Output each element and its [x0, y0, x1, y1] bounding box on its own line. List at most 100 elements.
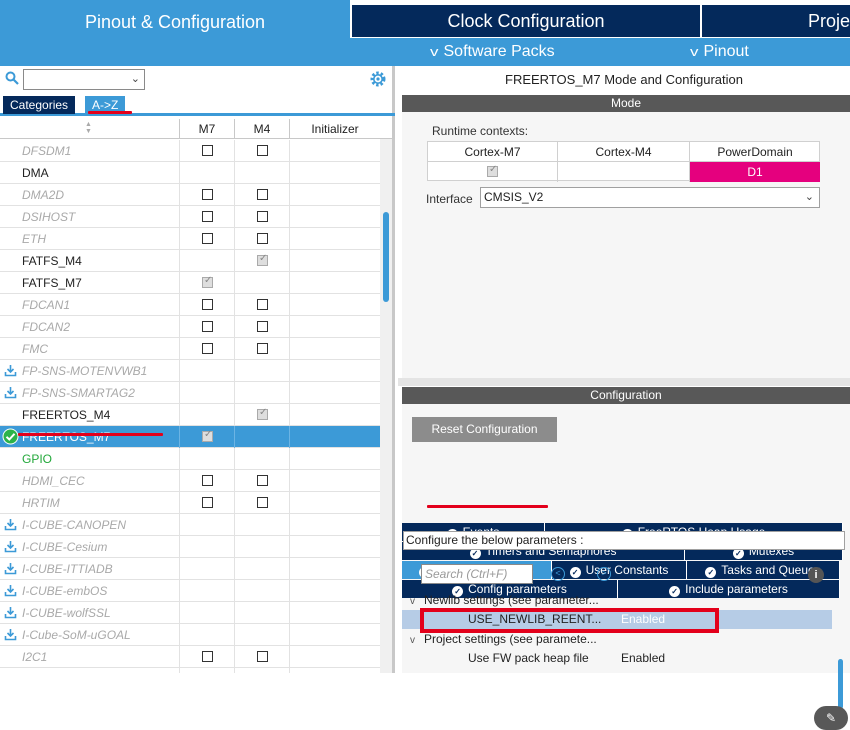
m7-checkbox[interactable] [202, 475, 213, 486]
table-row[interactable]: FATFS_M4 [0, 250, 380, 272]
reset-configuration-button[interactable]: Reset Configuration [412, 417, 557, 442]
table-row[interactable]: DMA [0, 162, 380, 184]
m4-checkbox[interactable] [257, 497, 268, 508]
download-icon[interactable] [4, 518, 17, 531]
table-row[interactable]: I-CUBE-embOS [0, 580, 380, 602]
table-row[interactable]: DFSDM1 [0, 140, 380, 162]
component-name: I-CUBE-ITTIADB [22, 562, 113, 576]
m4-checkbox[interactable] [257, 299, 268, 310]
download-icon[interactable] [4, 584, 17, 597]
table-row[interactable]: I2C2 [0, 668, 380, 673]
m4-checkbox[interactable] [257, 475, 268, 486]
tab-pinout-configuration[interactable]: Pinout & Configuration [0, 0, 350, 38]
m4-checkbox[interactable] [257, 145, 268, 156]
search-next-icon[interactable]: > [597, 567, 611, 581]
scrollbar-thumb[interactable] [383, 212, 389, 302]
chevron-down-icon[interactable]: ⌄ [805, 188, 814, 207]
component-list-panel: ⌄ Categories A->Z ▲ ▼ M7 M4 Initializer D… [0, 66, 395, 673]
cell-m4 [234, 206, 289, 228]
gear-icon[interactable] [369, 70, 387, 88]
top-tab-bar: Pinout & Configuration Clock Configurati… [0, 0, 850, 38]
tab-categories[interactable]: Categories [3, 96, 76, 114]
cell-initializer [289, 536, 380, 558]
download-icon[interactable] [4, 628, 17, 641]
tab-project-manager[interactable]: Proje [702, 5, 850, 37]
software-packs-menu[interactable]: v Software Packs [430, 38, 555, 66]
m4-checkbox[interactable] [257, 321, 268, 332]
m4-checkbox[interactable] [257, 211, 268, 222]
m7-checkbox[interactable] [202, 275, 213, 288]
cortex-m7-checkbox[interactable] [487, 164, 498, 177]
download-icon[interactable] [4, 562, 17, 575]
table-row[interactable]: I-CUBE-CANOPEN [0, 514, 380, 536]
table-row[interactable]: I-Cube-SoM-uGOAL [0, 624, 380, 646]
table-row[interactable]: I2C1 [0, 646, 380, 668]
m7-checkbox[interactable] [202, 429, 213, 442]
table-row[interactable]: HRTIM [0, 492, 380, 514]
table-row[interactable]: HDMI_CEC [0, 470, 380, 492]
m4-checkbox[interactable] [257, 253, 268, 266]
column-header-m7[interactable]: M7 [179, 119, 234, 139]
mode-header: Mode [402, 95, 850, 112]
table-row[interactable]: GPIO [0, 448, 380, 470]
search-input[interactable]: ⌄ [23, 69, 145, 90]
table-row[interactable]: FP-SNS-MOTENVWB1 [0, 360, 380, 382]
table-row[interactable]: DMA2D [0, 184, 380, 206]
m7-checkbox[interactable] [202, 189, 213, 200]
table-row[interactable]: I-CUBE-ITTIADB [0, 558, 380, 580]
chevron-down-icon[interactable]: ⌄ [131, 72, 140, 85]
table-row[interactable]: I-CUBE-Cesium [0, 536, 380, 558]
vertical-scrollbar[interactable] [380, 139, 392, 673]
download-icon[interactable] [4, 540, 17, 553]
table-row[interactable]: FP-SNS-SMARTAG2 [0, 382, 380, 404]
m4-checkbox[interactable] [257, 189, 268, 200]
table-row[interactable]: FREERTOS_M4 [0, 404, 380, 426]
newlib-settings-group[interactable]: v Newlib settings (see parameter... [410, 591, 599, 609]
m7-checkbox[interactable] [202, 321, 213, 332]
param-row-use-fw-pack-heap-file[interactable]: Use FW pack heap file Enabled [402, 649, 832, 668]
power-domain-value[interactable]: D1 [690, 162, 820, 182]
m7-checkbox[interactable] [202, 211, 213, 222]
m7-checkbox[interactable] [202, 233, 213, 244]
m4-checkbox[interactable] [257, 651, 268, 662]
cell-m4 [234, 338, 289, 360]
m7-checkbox[interactable] [202, 343, 213, 354]
table-row[interactable]: I-CUBE-wolfSSL [0, 602, 380, 624]
download-icon[interactable] [4, 606, 17, 619]
tab-user-constants[interactable]: ✓ User Constants [552, 561, 687, 579]
magic-wand-icon[interactable]: ✎ [814, 706, 848, 730]
column-header-m4[interactable]: M4 [234, 119, 289, 139]
tab-include-parameters[interactable]: ✓ Include parameters [618, 580, 840, 598]
m7-checkbox[interactable] [202, 145, 213, 156]
table-row[interactable]: FDCAN1 [0, 294, 380, 316]
table-row[interactable]: ETH [0, 228, 380, 250]
m4-checkbox[interactable] [257, 233, 268, 244]
panel-splitter[interactable] [398, 378, 850, 386]
sort-icon[interactable]: ▲ ▼ [85, 121, 92, 135]
param-value[interactable]: Enabled [621, 649, 665, 668]
table-row[interactable]: FREERTOS_M7 [0, 426, 380, 448]
interface-select[interactable]: CMSIS_V2 ⌄ [480, 187, 820, 208]
download-icon[interactable] [4, 386, 17, 399]
tab-label: Include parameters [685, 582, 788, 596]
table-row[interactable]: DSIHOST [0, 206, 380, 228]
component-name: DFSDM1 [22, 144, 72, 158]
parameters-scrollbar[interactable] [838, 659, 843, 709]
cell-initializer [289, 580, 380, 602]
parameter-search-input[interactable]: Search (Ctrl+F) [421, 564, 533, 584]
pinout-menu[interactable]: v Pinout [690, 38, 749, 66]
runtime-col-power-domain: PowerDomain [690, 142, 820, 162]
info-icon[interactable]: i [808, 567, 824, 583]
table-row[interactable]: FDCAN2 [0, 316, 380, 338]
tab-clock-configuration[interactable]: Clock Configuration [352, 5, 700, 37]
column-header-initializer[interactable]: Initializer [289, 119, 380, 139]
m7-checkbox[interactable] [202, 299, 213, 310]
search-previous-icon[interactable]: < [551, 567, 565, 581]
table-row[interactable]: FATFS_M7 [0, 272, 380, 294]
m4-checkbox[interactable] [257, 343, 268, 354]
m4-checkbox[interactable] [257, 407, 268, 420]
m7-checkbox[interactable] [202, 497, 213, 508]
table-row[interactable]: FMC [0, 338, 380, 360]
download-icon[interactable] [4, 364, 17, 377]
m7-checkbox[interactable] [202, 651, 213, 662]
